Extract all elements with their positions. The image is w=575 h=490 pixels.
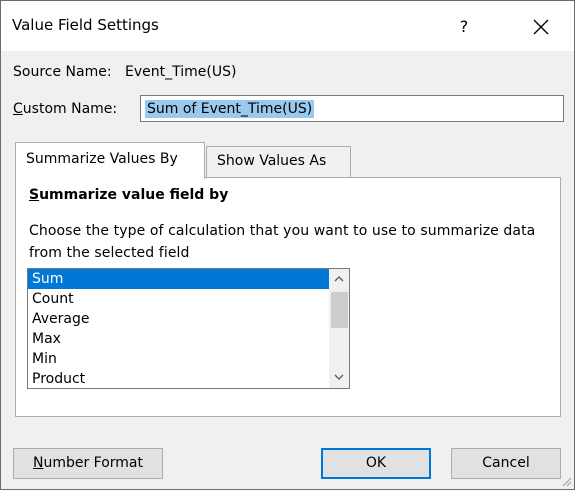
scroll-up-button[interactable]: [329, 269, 349, 289]
scroll-down-button[interactable]: [329, 368, 349, 388]
chevron-down-icon: [334, 374, 344, 380]
section-heading: Summarize value field by: [29, 187, 229, 203]
help-icon: ?: [459, 17, 469, 36]
number-format-button[interactable]: Number Format: [13, 448, 163, 479]
cancel-button[interactable]: Cancel: [451, 448, 561, 479]
custom-name-value: Sum of Event_Time(US): [145, 100, 315, 118]
list-scrollbar[interactable]: [329, 269, 349, 388]
custom-name-label: Custom Name:: [13, 101, 118, 117]
list-item-sum[interactable]: Sum: [28, 269, 329, 289]
list-item-average[interactable]: Average: [28, 309, 329, 329]
scroll-thumb[interactable]: [331, 292, 348, 328]
list-item-min[interactable]: Min: [28, 349, 329, 369]
list-item-product[interactable]: Product: [28, 369, 329, 388]
close-button[interactable]: [521, 10, 561, 44]
source-name-row: Source Name: Event_Time(US): [13, 64, 236, 80]
value-field-settings-dialog: Value Field Settings ? Source Name: Even…: [0, 0, 575, 490]
calculation-list: Sum Count Average Max Min Product: [28, 269, 329, 388]
ok-button[interactable]: OK: [321, 448, 431, 479]
close-icon: [533, 19, 549, 35]
list-item-count[interactable]: Count: [28, 289, 329, 309]
source-name-value: Event_Time(US): [125, 64, 237, 80]
chevron-up-icon: [334, 276, 344, 282]
list-item-max[interactable]: Max: [28, 329, 329, 349]
description-text: Choose the type of calculation that you …: [29, 223, 536, 261]
calculation-listbox[interactable]: Sum Count Average Max Min Product: [27, 268, 350, 389]
resize-grip-icon[interactable]: [560, 475, 572, 487]
custom-name-input[interactable]: Sum of Event_Time(US): [140, 95, 564, 122]
help-button[interactable]: ?: [444, 10, 484, 44]
title-bar: Value Field Settings ?: [1, 1, 574, 51]
tab-summarize-values-by[interactable]: Summarize Values By: [15, 142, 205, 179]
tab-show-values-as[interactable]: Show Values As: [206, 146, 351, 177]
source-name-label: Source Name:: [13, 64, 112, 80]
dialog-title: Value Field Settings: [12, 16, 159, 34]
